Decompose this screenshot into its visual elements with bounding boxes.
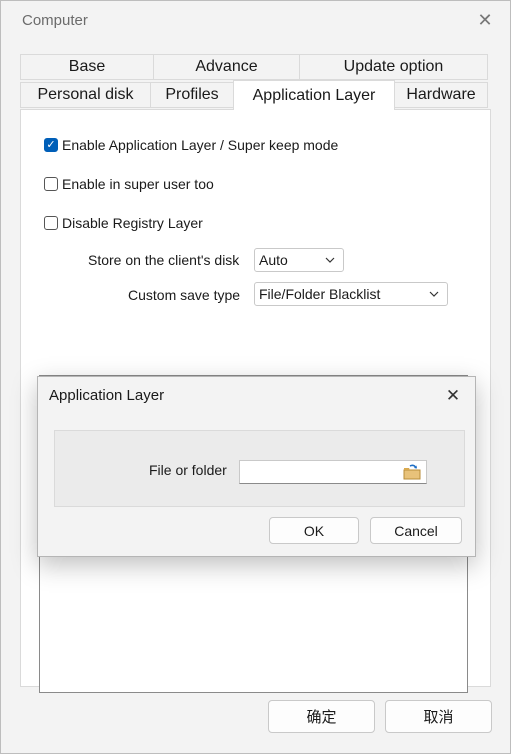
tab-profiles[interactable]: Profiles <box>150 82 234 108</box>
custom-save-type-label: Custom save type <box>128 287 241 303</box>
close-icon[interactable]: ✕ <box>474 9 496 31</box>
confirm-button[interactable]: 确定 <box>268 700 375 733</box>
tab-application-layer[interactable]: Application Layer <box>233 80 395 110</box>
tab-control: Base Advance Update option Personal disk… <box>20 54 491 693</box>
store-on-disk-label: Store on the client's disk <box>88 252 240 268</box>
chevron-down-icon <box>429 291 439 297</box>
enable-app-layer-row[interactable]: ✓ Enable Application Layer / Super keep … <box>44 137 338 153</box>
disable-registry-checkbox[interactable] <box>44 216 58 230</box>
enable-app-layer-checkbox[interactable]: ✓ <box>44 138 58 152</box>
window-title: Computer <box>22 12 88 29</box>
browse-folder-icon[interactable] <box>403 464 421 481</box>
tab-advance[interactable]: Advance <box>153 54 300 80</box>
cancel-button[interactable]: 取消 <box>385 700 492 733</box>
close-icon[interactable]: ✕ <box>443 386 463 406</box>
application-layer-dialog: Application Layer ✕ File or folder OK Ca… <box>37 376 476 557</box>
disable-registry-row[interactable]: Disable Registry Layer <box>44 215 203 231</box>
tab-update-option[interactable]: Update option <box>299 54 488 80</box>
disable-registry-label: Disable Registry Layer <box>62 215 203 231</box>
custom-save-type-select[interactable]: File/Folder Blacklist <box>254 282 448 306</box>
store-on-disk-value: Auto <box>259 252 288 268</box>
dialog-ok-button[interactable]: OK <box>269 517 359 544</box>
file-or-folder-input[interactable] <box>239 460 427 484</box>
title-bar: Computer ✕ <box>1 1 510 43</box>
file-group: File or folder <box>54 430 465 507</box>
chevron-down-icon <box>325 257 335 263</box>
custom-save-type-value: File/Folder Blacklist <box>259 286 381 302</box>
store-on-disk-select[interactable]: Auto <box>254 248 344 272</box>
enable-app-layer-label: Enable Application Layer / Super keep mo… <box>62 137 339 153</box>
dialog-title: Application Layer <box>49 387 165 404</box>
dialog-cancel-button[interactable]: Cancel <box>370 517 462 544</box>
enable-super-user-row[interactable]: Enable in super user too <box>44 176 214 192</box>
tab-hardware[interactable]: Hardware <box>394 82 488 108</box>
enable-super-user-checkbox[interactable] <box>44 177 58 191</box>
file-or-folder-label: File or folder <box>149 462 227 478</box>
enable-super-user-label: Enable in super user too <box>62 176 214 192</box>
tab-base[interactable]: Base <box>20 54 154 80</box>
tab-personal-disk[interactable]: Personal disk <box>20 82 151 108</box>
